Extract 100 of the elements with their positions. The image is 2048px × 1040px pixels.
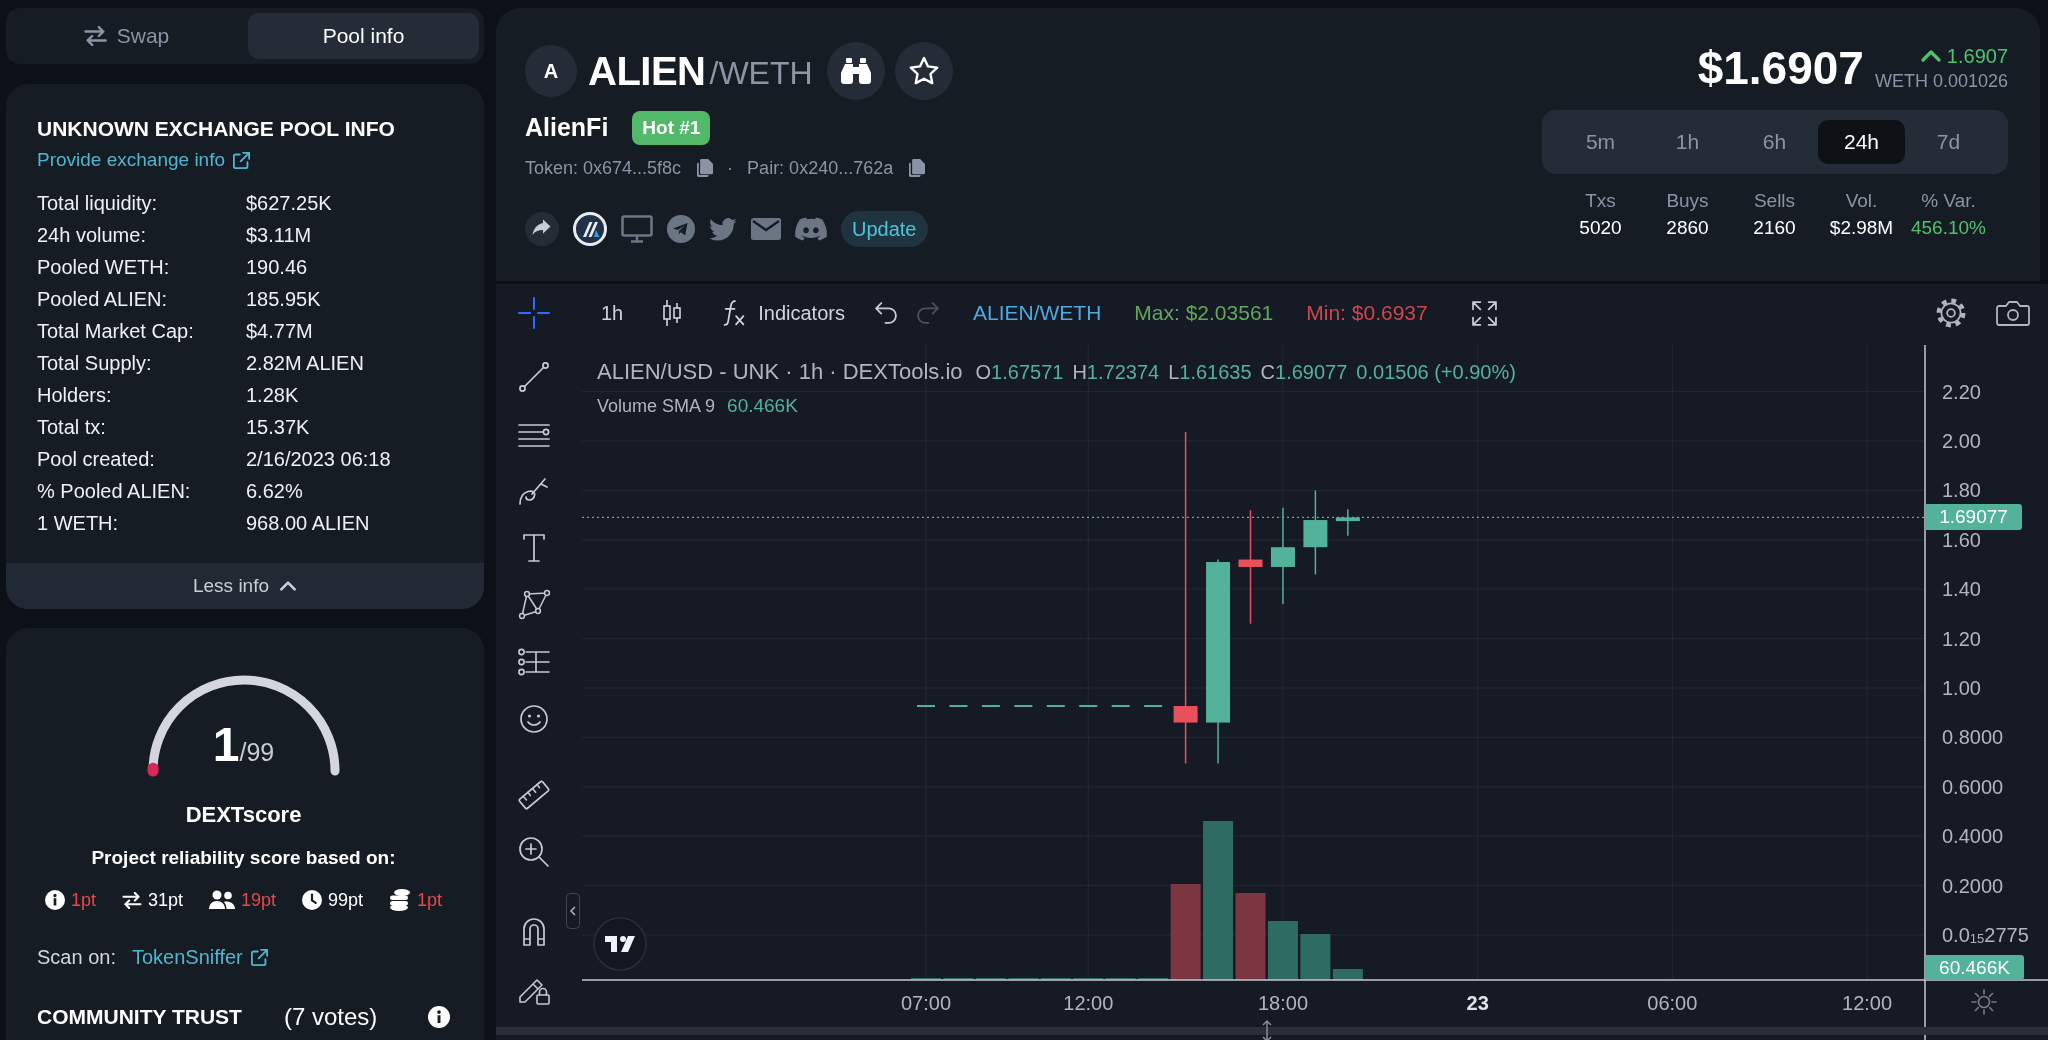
- sun-icon[interactable]: [1971, 989, 1997, 1015]
- copy-icon[interactable]: [697, 159, 714, 177]
- candle: [1079, 705, 1098, 708]
- stat-label: % Var.: [1920, 189, 1977, 213]
- scan-label: Scan on:: [37, 945, 116, 970]
- stat-label: Pool created:: [37, 447, 156, 472]
- time-axis-label: 18:00: [1256, 991, 1310, 1015]
- stat-value: 456.10%: [1910, 216, 1987, 240]
- chart-legend-title: ALIEN/USD - UNK · 1h · DEXTools.io: [597, 358, 963, 386]
- price-axis-label: 0.4000: [1942, 824, 2004, 849]
- price-axis-label: 1.80: [1942, 478, 1981, 503]
- crosshair-icon[interactable]: [516, 295, 552, 331]
- less-info-button[interactable]: Less info: [6, 563, 484, 609]
- settings-icon[interactable]: [1936, 298, 1966, 328]
- indicators-button[interactable]: Indicators: [723, 300, 845, 326]
- score-subtitle: Project reliability score based on:: [90, 846, 397, 870]
- mail-icon[interactable]: [751, 218, 781, 240]
- price-axis-label: 0.8000: [1942, 725, 2004, 750]
- score-title: DEXTscore: [184, 801, 303, 829]
- copy-icon[interactable]: [909, 159, 926, 177]
- external-link-icon: [233, 151, 250, 169]
- tab[interactable]: Pool info: [248, 13, 479, 59]
- tab[interactable]: Swap: [11, 13, 242, 59]
- price-axis-label: 0.6000: [1942, 774, 2004, 799]
- price-axis-label: 0.2000: [1942, 873, 2004, 898]
- undo-icon[interactable]: [873, 302, 898, 324]
- hot-badge: Hot #1: [632, 111, 711, 145]
- price-axis-label: 1.40: [1942, 577, 1981, 602]
- vote-count: (7 votes): [283, 1002, 378, 1032]
- candle: [1014, 705, 1033, 708]
- price-axis-label: 2.00: [1942, 429, 1981, 453]
- token-address: Token: 0x674...5f8c: [525, 156, 682, 180]
- fullscreen-icon[interactable]: [1471, 300, 1497, 326]
- stat-value: $627.25K: [246, 191, 332, 216]
- range-tab[interactable]: 1h: [1644, 120, 1731, 164]
- token-name: AlienFi: [525, 112, 609, 144]
- quote-symbol: /WETH: [709, 56, 813, 92]
- ohlc-label: O: [975, 360, 992, 385]
- network-logo-icon[interactable]: [573, 212, 607, 246]
- candle: [1144, 705, 1163, 708]
- function-icon: [723, 300, 746, 326]
- range-tab[interactable]: 5m: [1557, 120, 1644, 164]
- binoculars-icon[interactable]: [826, 42, 885, 100]
- token-symbol: ALIEN: [588, 49, 706, 93]
- stat-value: 6.62%: [246, 479, 303, 504]
- exchange-info-link[interactable]: Provide exchange info: [37, 148, 250, 172]
- monitor-icon[interactable]: [621, 215, 653, 243]
- info-icon: [44, 890, 65, 910]
- chart-logo-icon[interactable]: [593, 917, 647, 971]
- range-tab[interactable]: 7d: [1905, 120, 1992, 164]
- info-icon[interactable]: [428, 1006, 450, 1028]
- ohlc-value: 1.72374: [1086, 360, 1160, 385]
- time-axis-label: 12:00: [1841, 991, 1894, 1015]
- price-value: $1.6907: [1697, 45, 1864, 91]
- paper-plane-icon[interactable]: [667, 215, 695, 243]
- factor-score: 19pt: [240, 889, 276, 912]
- pair-address: Pair: 0x240...762a: [747, 156, 894, 180]
- range-tab[interactable]: 6h: [1731, 120, 1818, 164]
- min-price: Min: $0.6937: [1306, 300, 1428, 327]
- time-axis-label: 23: [1465, 991, 1490, 1015]
- stat-label: Total Supply:: [37, 351, 153, 376]
- stat-value: $3.11M: [246, 223, 312, 248]
- last-price-tag: 1.69077: [1925, 504, 2022, 531]
- update-button[interactable]: Update: [841, 211, 928, 247]
- candle: [1111, 705, 1130, 708]
- stat-label: Txs: [1584, 189, 1617, 213]
- stat-label: Holders:: [37, 383, 113, 408]
- score-max: /99: [239, 738, 275, 766]
- scanner-link[interactable]: TokenSniffer: [131, 944, 268, 970]
- stat-label: Total tx:: [37, 415, 107, 440]
- external-link-icon: [250, 948, 268, 966]
- interval-button[interactable]: 1h: [601, 301, 624, 325]
- ohlc-value: 1.69077: [1275, 360, 1348, 385]
- stat-label: Pooled ALIEN:: [37, 287, 169, 312]
- time-axis-label: 12:00: [1062, 991, 1115, 1015]
- controller-icon[interactable]: [795, 217, 827, 241]
- candle: [981, 705, 1000, 708]
- ohlc-label: L: [1168, 360, 1180, 385]
- ohlc-value: 1.67571: [991, 360, 1064, 385]
- token-avatar: A: [525, 45, 577, 97]
- ruler-icon[interactable]: [516, 777, 552, 813]
- share-icon[interactable]: [525, 212, 559, 246]
- score-value: 1: [212, 718, 240, 771]
- camera-icon[interactable]: [1996, 299, 2030, 327]
- factor-score: 99pt: [328, 889, 364, 912]
- chevron-left-icon[interactable]: [566, 893, 580, 929]
- max-price: Max: $2.03561: [1134, 300, 1274, 327]
- price-change-value: 0.01506 (+0.90%): [1356, 360, 1516, 385]
- coins-icon: [389, 889, 412, 911]
- price-axis-label: 2.20: [1942, 379, 1981, 404]
- zoom-in-icon[interactable]: [516, 834, 552, 870]
- bird-icon[interactable]: [709, 217, 737, 241]
- stat-value: 15.37K: [246, 415, 310, 440]
- trend-line-icon[interactable]: [516, 359, 552, 395]
- pair-symbol: ALIEN/WETH: [972, 300, 1102, 327]
- resize-handle-icon[interactable]: [1261, 1019, 1273, 1040]
- stat-value: 2.82M ALIEN: [246, 351, 364, 376]
- range-tab[interactable]: 24h: [1818, 120, 1905, 164]
- quote-price: WETH 0.001026: [1874, 70, 2008, 93]
- candles-icon[interactable]: [662, 299, 683, 327]
